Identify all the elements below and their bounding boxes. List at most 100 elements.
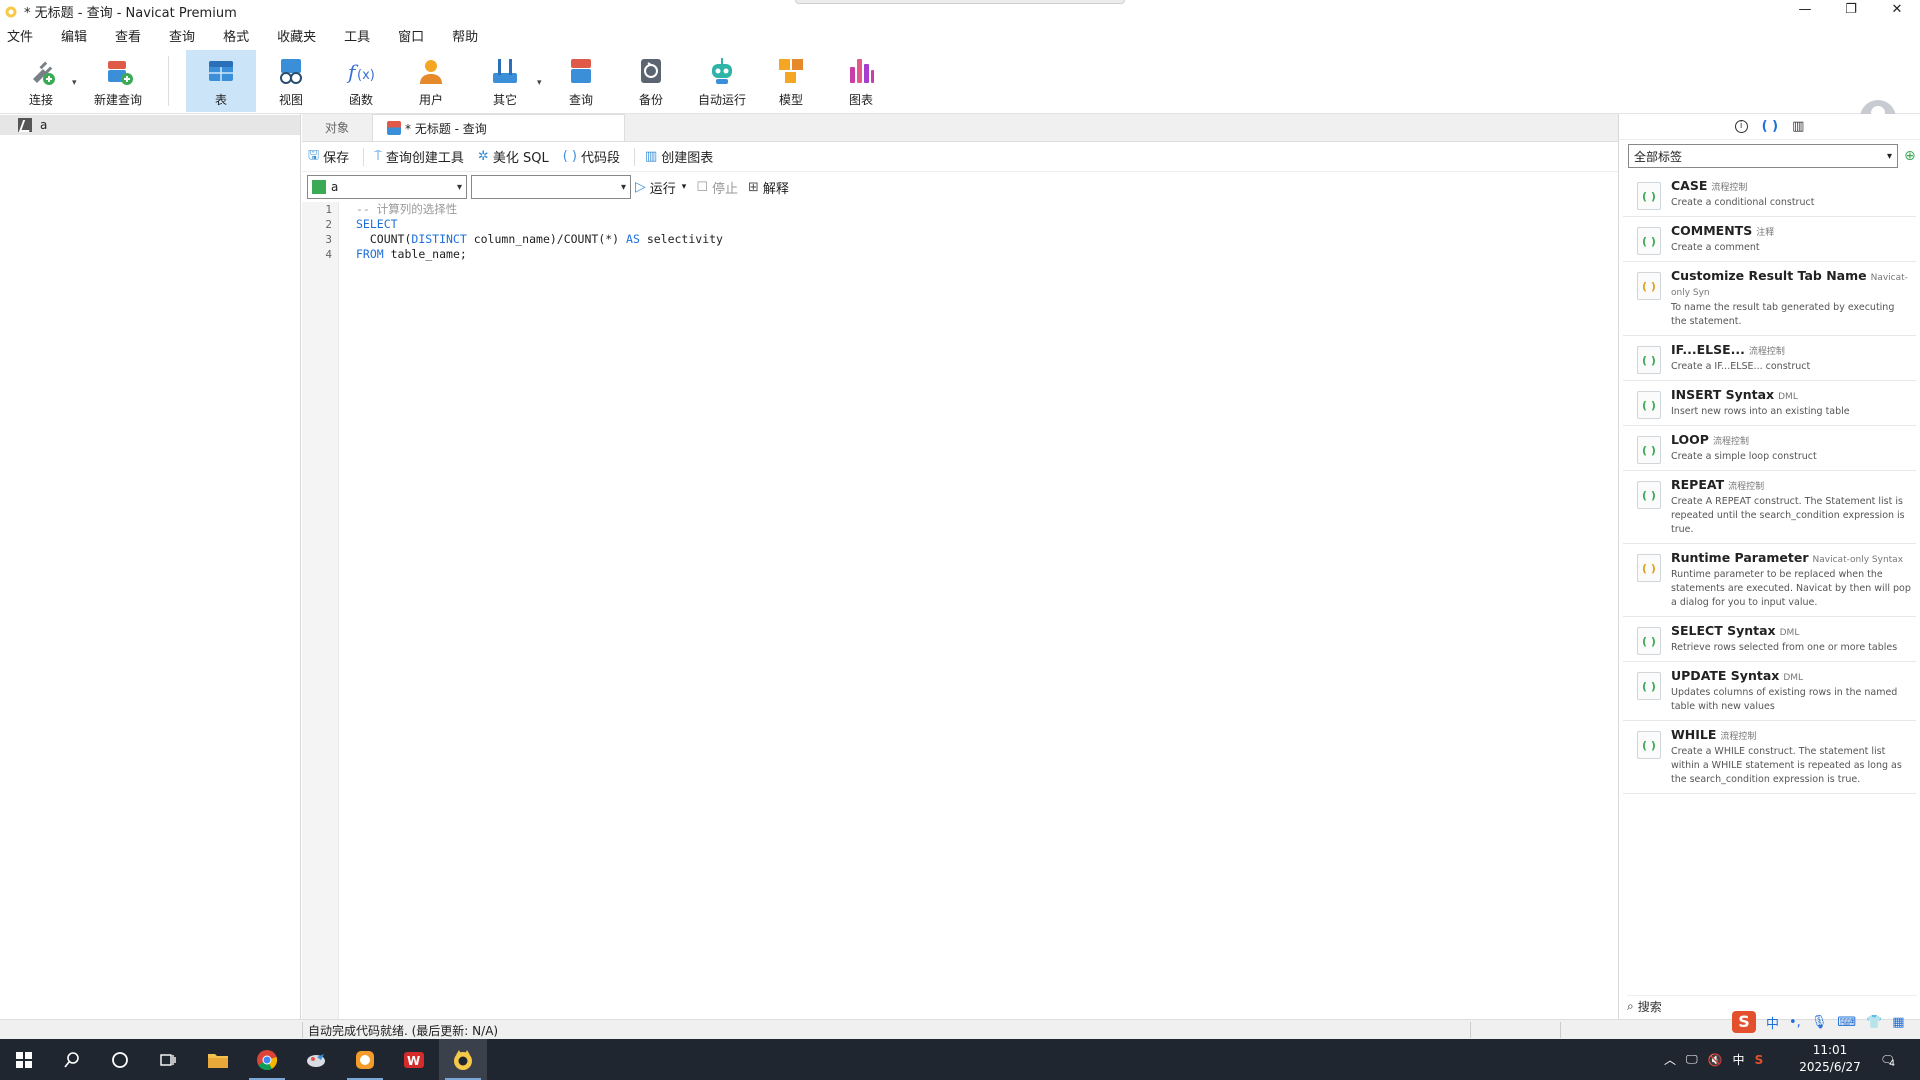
backup-button[interactable]: 备份 — [626, 50, 676, 112]
snippet-item[interactable]: ( ) IF...ELSE... 流程控制 Create a IF...ELSE...… — [1623, 336, 1916, 381]
ime-toolbar[interactable]: S 中 •, 🎙 ⌨ 👕 ▦ — [1732, 1011, 1905, 1033]
snippet-description: Runtime parameter to be replaced when th… — [1671, 569, 1911, 608]
snippet-item[interactable]: ( ) INSERT Syntax DML Insert new rows into … — [1623, 381, 1916, 426]
snippet-title: IF...ELSE... — [1671, 342, 1745, 357]
snippet-item[interactable]: ( ) WHILE 流程控制 Create a WHILE construct. Th… — [1623, 721, 1916, 794]
menu-edit[interactable]: 编辑 — [61, 26, 87, 45]
stop-label: 停止 — [711, 181, 738, 197]
connect-button[interactable]: 连接 — [18, 50, 64, 112]
add-snippet-icon[interactable]: ⊕ — [1904, 148, 1916, 164]
chart-icon — [850, 59, 874, 83]
create-chart-button[interactable]: ▥ 创建图表 — [645, 147, 713, 166]
user-button[interactable]: 用户 — [406, 50, 456, 112]
sogou-tray-icon[interactable]: S — [1755, 1053, 1764, 1067]
view-button[interactable]: 视图 — [266, 50, 316, 112]
beautify-sql-button[interactable]: ✲ 美化 SQL — [478, 147, 549, 166]
tab-objects[interactable]: 对象 — [302, 114, 372, 141]
snippet-item[interactable]: ( ) Runtime Parameter Navicat-only Syntax R… — [1623, 544, 1916, 617]
snippet-description: To name the result tab generated by exec… — [1671, 302, 1895, 327]
code-snippet-button[interactable]: ( ) 代码段 — [563, 147, 620, 166]
menu-file[interactable]: 文件 — [7, 26, 33, 45]
minimize-button[interactable]: — — [1782, 0, 1828, 22]
tag-filter-select[interactable]: 全部标签 ▾ — [1628, 144, 1898, 168]
tab-query[interactable]: * 无标题 - 查询 — [372, 114, 625, 141]
model-icon — [779, 59, 803, 83]
svg-text:(x): (x) — [357, 68, 375, 83]
chrome-taskbar[interactable] — [243, 1039, 291, 1080]
menu-query[interactable]: 查询 — [169, 26, 195, 45]
query-label: 查询 — [568, 93, 593, 107]
menu-help[interactable]: 帮助 — [452, 26, 478, 45]
input-language-indicator[interactable]: 中 — [1733, 1051, 1745, 1068]
snippet-item[interactable]: ( ) Customize Result Tab Name Navicat-only… — [1623, 262, 1916, 336]
save-button[interactable]: 🖫 保存 — [308, 146, 349, 168]
explain-button[interactable]: ⊞ 解释 — [748, 178, 789, 197]
start-button[interactable] — [0, 1039, 48, 1080]
task-view-button[interactable] — [144, 1039, 192, 1080]
show-hidden-icons[interactable]: ︿ — [1664, 1051, 1676, 1068]
connect-dropdown-arrow[interactable]: ▾ — [72, 78, 77, 88]
database-select[interactable]: ▾ — [471, 175, 631, 199]
other-dropdown-arrow[interactable]: ▾ — [537, 78, 542, 88]
orange-app-icon — [356, 1050, 374, 1069]
panel-layout-icon[interactable]: ▥ — [1792, 119, 1804, 134]
menu-tools[interactable]: 工具 — [344, 26, 370, 45]
action-center-button[interactable]: 🗨 4 — [1880, 1039, 1895, 1080]
connection-select[interactable]: a ▾ — [307, 175, 467, 199]
braces-icon: ( ) — [562, 149, 577, 164]
connection-name: a — [40, 118, 48, 132]
menu-format[interactable]: 格式 — [223, 26, 249, 45]
cortana-button[interactable] — [96, 1039, 144, 1080]
function-button[interactable]: f (x) 函数 — [336, 50, 386, 112]
app-taskbar-3[interactable] — [341, 1039, 389, 1080]
snippet-header: Runtime Parameter Navicat-only Syntax — [1671, 550, 1912, 566]
snippet-text: UPDATE Syntax DML Updates columns of exist… — [1671, 668, 1912, 714]
close-button[interactable]: ✕ — [1874, 0, 1920, 22]
app-taskbar-2[interactable] — [292, 1039, 340, 1080]
sql-text: COUNT( — [356, 232, 412, 246]
snippet-file-icon: ( ) — [1637, 731, 1661, 759]
menu-window[interactable]: 窗口 — [398, 26, 424, 45]
snippet-item[interactable]: ( ) REPEAT 流程控制 Create A REPEAT construct. … — [1623, 471, 1916, 544]
snippet-item[interactable]: ( ) COMMENTS 注释 Create a comment — [1623, 217, 1916, 262]
restore-button[interactable]: ❐ — [1828, 0, 1874, 22]
volume-muted-icon[interactable]: 🔇 — [1708, 1053, 1723, 1067]
run-button[interactable]: ▷ 运行 ▾ — [635, 178, 686, 197]
menu-view[interactable]: 查看 — [115, 26, 141, 45]
snippet-item[interactable]: ( ) CASE 流程控制 Create a conditional construc… — [1623, 172, 1916, 217]
snippet-item[interactable]: ( ) LOOP 流程控制 Create a simple loop construc… — [1623, 426, 1916, 471]
new-query-button[interactable]: 新建查询 — [90, 50, 146, 112]
search-taskbar-button[interactable] — [48, 1039, 96, 1080]
model-button[interactable]: 模型 — [766, 50, 816, 112]
chart-button[interactable]: 图表 — [836, 50, 886, 112]
snippet-header: COMMENTS 注释 — [1671, 223, 1774, 239]
snippet-description: Create A REPEAT construct. The Statement… — [1671, 496, 1905, 535]
navicat-taskbar[interactable] — [439, 1039, 487, 1080]
sql-keyword-distinct: DISTINCT — [411, 232, 467, 246]
search-icon — [64, 1051, 79, 1067]
other-button[interactable]: 其它 — [480, 50, 530, 112]
connection-tree-item[interactable]: a — [0, 115, 300, 135]
status-divider — [302, 1022, 303, 1038]
menu-favorites[interactable]: 收藏夹 — [277, 26, 316, 45]
snippet-item[interactable]: ( ) UPDATE Syntax DML Updates columns of ex… — [1623, 662, 1916, 721]
automation-button[interactable]: 自动运行 — [694, 50, 750, 112]
code-snippet-icon[interactable]: ( ) — [1762, 119, 1778, 134]
snippet-file-icon: ( ) — [1637, 554, 1661, 582]
sql-editor[interactable]: 1 2 3 4 -- 计算列的选择性 SELECT COUNT(DISTINCT… — [302, 202, 1618, 1019]
run-dropdown-arrow[interactable]: ▾ — [682, 182, 687, 192]
wps-taskbar[interactable]: W — [390, 1039, 438, 1080]
taskbar-clock[interactable]: 11:01 2025/6/27 — [1790, 1042, 1870, 1076]
run-label: 运行 — [649, 181, 676, 197]
table-button[interactable]: 表 — [186, 50, 256, 112]
query-builder-button[interactable]: ⍑ 查询创建工具 — [374, 147, 464, 166]
network-icon[interactable]: 🖵 — [1686, 1052, 1698, 1067]
stop-button[interactable]: ☐ 停止 — [696, 178, 738, 197]
new-query-icon — [108, 61, 133, 85]
clock-date: 2025/6/27 — [1799, 1060, 1861, 1074]
file-explorer-taskbar[interactable] — [194, 1039, 242, 1080]
snippet-item[interactable]: ( ) SELECT Syntax DML Retrieve rows selecte… — [1623, 617, 1916, 662]
query-selector-row: a ▾ ▾ ▷ 运行 ▾ ☐ 停止 ⊞ 解释 — [302, 172, 1618, 202]
query-button[interactable]: 查询 — [556, 50, 606, 112]
info-icon[interactable]: i — [1734, 120, 1748, 133]
